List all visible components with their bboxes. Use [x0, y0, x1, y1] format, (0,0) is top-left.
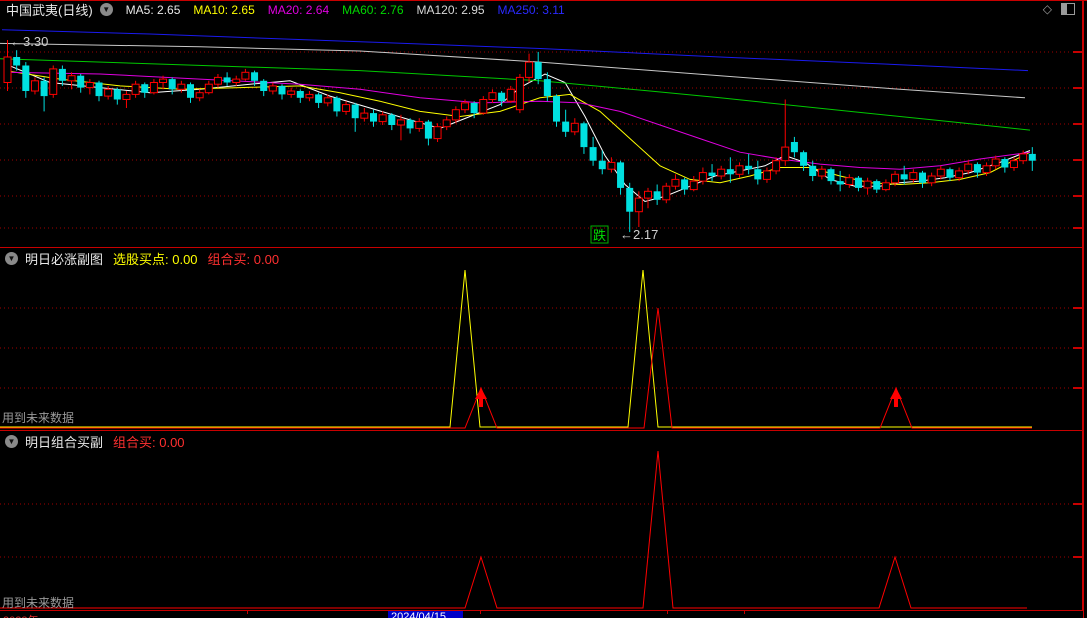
chevron-down-icon[interactable]: ▼ [5, 434, 18, 448]
axis-year-label: 2023年 [3, 612, 38, 618]
diamond-icon[interactable]: ◇ [1043, 3, 1052, 15]
ma10-label: MA10: 2.65 [193, 2, 255, 17]
main-chart-header: 中国武夷(日线) ▼ MA5: 2.65 MA10: 2.65 MA20: 2.… [0, 1, 1087, 19]
indicator-panel-bixzhang[interactable] [0, 248, 1083, 430]
panel3-header: ▼ 明日组合买副 组合买: 0.00 [5, 433, 195, 450]
panel2-signal-label-1: 选股买点: 0.00 [113, 251, 198, 267]
window-layout-icon[interactable] [1061, 3, 1075, 15]
future-data-watermark: 用到未来数据 [2, 596, 75, 610]
titlebar-icons: ◇ [1043, 3, 1075, 15]
ma20-label: MA20: 2.64 [267, 2, 330, 17]
ma250-label: MA250: 3.11 [497, 2, 565, 17]
chevron-down-icon[interactable]: ▼ [99, 3, 113, 16]
panel2-header: ▼ 明日必涨副图 选股买点: 0.00 组合买: 0.00 [5, 250, 289, 267]
axis-tick [744, 611, 745, 614]
time-axis-bar[interactable]: 2023年 2024/04/15 [0, 611, 1083, 618]
stock-title: 中国武夷(日线) [6, 3, 93, 18]
axis-tick [667, 611, 668, 614]
panel3-signal-label-1: 组合买: 0.00 [113, 434, 185, 450]
ma5-label: MA5: 2.65 [125, 2, 181, 17]
svg-text:←2.17: ←2.17 [620, 227, 658, 242]
main-candlestick-chart[interactable]: ←3.30 ←2.17 跌 [0, 18, 1083, 247]
selected-date-badge: 2024/04/15 [388, 611, 463, 618]
axis-tick [247, 611, 248, 614]
axis-tick [480, 611, 481, 614]
ma120-label: MA120: 2.95 [416, 2, 485, 17]
indicator-panel-zuhemai[interactable] [0, 431, 1083, 610]
ma60-label: MA60: 2.76 [342, 2, 404, 17]
panel3-title: 明日组合买副 [25, 434, 104, 450]
future-data-watermark: 用到未来数据 [2, 411, 75, 425]
svg-text:跌: 跌 [593, 228, 606, 243]
panel2-signal-label-2: 组合买: 0.00 [207, 251, 280, 267]
panel2-title: 明日必涨副图 [25, 251, 104, 267]
chevron-down-icon[interactable]: ▼ [5, 251, 18, 265]
svg-text:←3.30: ←3.30 [10, 34, 48, 49]
